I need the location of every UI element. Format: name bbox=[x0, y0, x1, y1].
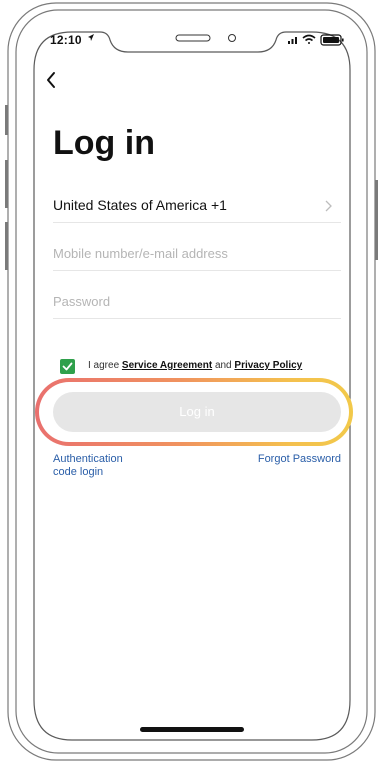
password-placeholder: Password bbox=[53, 294, 111, 309]
agreement-prefix: I agree bbox=[88, 360, 120, 371]
forgot-password-link[interactable]: Forgot Password bbox=[258, 453, 341, 465]
home-indicator[interactable] bbox=[140, 727, 244, 732]
country-selector[interactable]: United States of America +1 bbox=[53, 192, 341, 223]
password-input[interactable]: Password bbox=[53, 288, 341, 319]
account-input[interactable]: Mobile number/e-mail address bbox=[53, 240, 341, 271]
chevron-right-icon bbox=[325, 200, 332, 212]
auth-code-line1: Authentication bbox=[53, 453, 123, 465]
auth-code-login-link[interactable]: Authentication code login bbox=[53, 453, 163, 479]
agreement-checkbox[interactable] bbox=[60, 359, 75, 374]
auth-code-line2: code login bbox=[53, 466, 104, 478]
agreement-connector: and bbox=[214, 360, 232, 371]
account-placeholder: Mobile number/e-mail address bbox=[53, 246, 228, 261]
status-time: 12:10 bbox=[50, 33, 82, 47]
country-label: United States of America +1 bbox=[53, 197, 227, 213]
back-arrow-icon[interactable] bbox=[42, 70, 62, 90]
page-title: Log in bbox=[53, 124, 155, 162]
service-agreement-link[interactable]: Service Agreement bbox=[122, 360, 212, 371]
checkmark-icon bbox=[62, 362, 73, 371]
privacy-policy-link[interactable]: Privacy Policy bbox=[234, 360, 302, 371]
login-button[interactable]: Log in bbox=[53, 392, 341, 432]
agreement-text: I agree Service Agreement and Privacy Po… bbox=[88, 360, 302, 371]
